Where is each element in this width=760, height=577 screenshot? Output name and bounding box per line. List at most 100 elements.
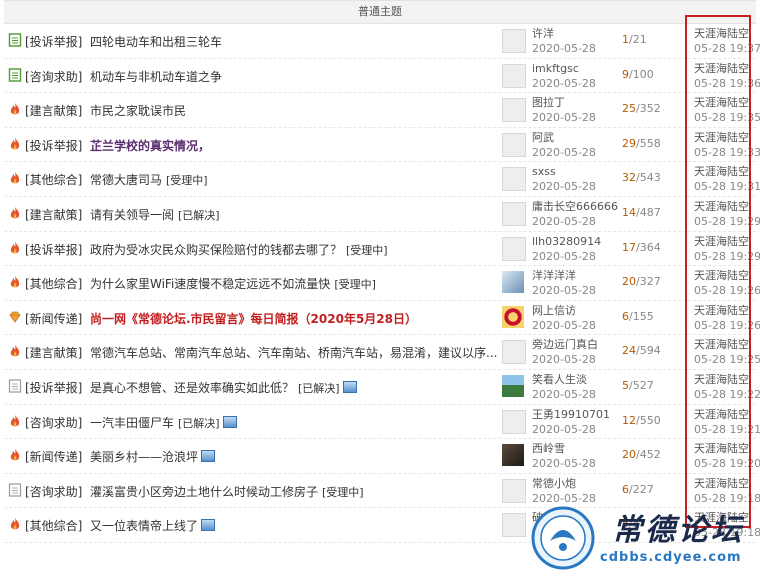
- thread-row[interactable]: [咨询求助] 灌溪富贵小区旁边土地什么时候动工修房子 [受理中] 常德小炮 2020-0…: [4, 474, 760, 509]
- thread-title-link[interactable]: 一汽丰田僵尸车: [90, 416, 174, 430]
- author-link[interactable]: 王勇19910701: [532, 408, 610, 421]
- author-avatar[interactable]: [502, 444, 524, 467]
- thread-row[interactable]: [其他综合] 为什么家里WiFi速度慢不稳定远远不如流量快 [受理中] 洋洋洋洋 202…: [4, 266, 760, 301]
- author-link[interactable]: 笑看人生淡: [532, 373, 587, 386]
- last-post-time[interactable]: 05-28 19:26: [694, 284, 760, 297]
- thread-title-link[interactable]: 为什么家里WiFi速度慢不稳定远远不如流量快: [90, 277, 330, 291]
- thread-title-link[interactable]: 机动车与非机动车道之争: [90, 70, 222, 84]
- thread-title-link[interactable]: 芷兰学校的真实情况，: [90, 139, 210, 153]
- thread-title-cell[interactable]: 是真心不想管、还是效率确实如此低？ [已解决]: [90, 379, 357, 396]
- last-post-time[interactable]: 05-28 19:29: [694, 250, 760, 263]
- thread-title-cell[interactable]: 芷兰学校的真实情况，: [90, 137, 210, 154]
- author-avatar[interactable]: [502, 236, 526, 261]
- author-avatar[interactable]: [502, 29, 526, 53]
- thread-title-cell[interactable]: 四轮电动车和出租三轮车: [90, 33, 222, 50]
- thread-row[interactable]: [建言献策] 市民之家耽误市民 图拉丁 2020-05-28 25/352 天涯海陆空 05…: [4, 93, 760, 128]
- last-poster-link[interactable]: 天涯海陆空: [694, 477, 749, 490]
- author-link[interactable]: 旁边远门真白: [532, 338, 598, 351]
- thread-title-link[interactable]: 四轮电动车和出租三轮车: [90, 35, 222, 49]
- author-avatar[interactable]: [502, 201, 526, 226]
- last-poster-link[interactable]: 天涯海陆空: [694, 165, 749, 178]
- last-poster-link[interactable]: 天涯海陆空: [694, 96, 749, 109]
- thread-row[interactable]: [其他综合] 常德大唐司马 [受理中] sxss 2020-05-28 32/543 天涯海…: [4, 162, 760, 197]
- thread-title-link[interactable]: 政府为受冰灾民众购买保险赔付的钱都去哪了？: [90, 243, 342, 257]
- thread-title-cell[interactable]: 政府为受冰灾民众购买保险赔付的钱都去哪了？ [受理中]: [90, 241, 388, 258]
- last-poster-link[interactable]: 天涯海陆空: [694, 62, 749, 75]
- last-poster-link[interactable]: 天涯海陆空: [694, 442, 749, 455]
- thread-title-link[interactable]: 市民之家耽误市民: [90, 104, 186, 118]
- category-link[interactable]: [咨询求助]: [25, 68, 82, 85]
- last-post-time[interactable]: 05-28 19:18: [694, 492, 760, 505]
- category-link[interactable]: [咨询求助]: [25, 414, 82, 431]
- thread-title-cell[interactable]: 一汽丰田僵尸车 [已解决]: [90, 414, 237, 431]
- thread-row[interactable]: [新闻传递] 尚一网《常德论坛.市民留言》每日简报（2020年5月28日） 网上信访…: [4, 301, 760, 336]
- last-poster-link[interactable]: 天涯海陆空: [694, 27, 749, 40]
- last-poster-link[interactable]: 天涯海陆空: [694, 373, 749, 386]
- category-link[interactable]: [投诉举报]: [25, 241, 82, 258]
- author-avatar[interactable]: [502, 305, 524, 328]
- author-link[interactable]: 洋洋洋洋: [532, 269, 576, 282]
- last-post-time[interactable]: 05-28 19:20: [694, 457, 760, 470]
- thread-title-cell[interactable]: 为什么家里WiFi速度慢不稳定远远不如流量快 [受理中]: [90, 275, 376, 292]
- author-link[interactable]: llh03280914: [532, 235, 601, 248]
- author-avatar[interactable]: [502, 98, 526, 123]
- thread-title-cell[interactable]: 机动车与非机动车道之争: [90, 68, 222, 85]
- last-post-time[interactable]: 05-28 19:35: [694, 111, 760, 124]
- author-link[interactable]: 图拉丁: [532, 96, 565, 109]
- thread-row[interactable]: [新闻传递] 美丽乡村——沧浪坪 西岭雪 2020-05-28 20/452 天涯海陆空 0…: [4, 439, 760, 474]
- category-link[interactable]: [投诉举报]: [25, 137, 82, 154]
- thread-row[interactable]: [投诉举报] 芷兰学校的真实情况， 阿武 2020-05-28 29/558 天涯海陆空 0…: [4, 128, 760, 163]
- thread-title-link[interactable]: 尚一网《常德论坛.市民留言》每日简报（2020年5月28日）: [90, 312, 417, 326]
- last-poster-link[interactable]: 天涯海陆空: [694, 131, 749, 144]
- author-avatar[interactable]: [502, 478, 526, 503]
- last-post-time[interactable]: 05-28 19:22: [694, 388, 760, 401]
- last-poster-link[interactable]: 天涯海陆空: [694, 235, 749, 248]
- author-link[interactable]: imkftgsc: [532, 62, 579, 75]
- last-post-time[interactable]: 05-28 19:29: [694, 215, 760, 228]
- category-link[interactable]: [投诉举报]: [25, 33, 82, 50]
- author-link[interactable]: 阿武: [532, 131, 554, 144]
- category-link[interactable]: [其他综合]: [25, 171, 82, 188]
- category-link[interactable]: [其他综合]: [25, 275, 82, 292]
- thread-row[interactable]: [投诉举报] 政府为受冰灾民众购买保险赔付的钱都去哪了？ [受理中] llh03280…: [4, 232, 760, 267]
- thread-title-cell[interactable]: 灌溪富贵小区旁边土地什么时候动工修房子 [受理中]: [90, 483, 364, 500]
- thread-title-link[interactable]: 美丽乡村——沧浪坪: [90, 450, 198, 464]
- thread-title-cell[interactable]: 又一位表情帝上线了: [90, 517, 216, 534]
- author-avatar[interactable]: [502, 374, 524, 397]
- author-avatar[interactable]: [502, 513, 526, 538]
- category-link[interactable]: [咨询求助]: [25, 483, 82, 500]
- thread-row[interactable]: [投诉举报] 是真心不想管、还是效率确实如此低？ [已解决] 笑看人生淡 2020-05…: [4, 370, 760, 405]
- last-post-time[interactable]: 05-28 19:25: [694, 353, 760, 366]
- author-link[interactable]: 西岭雪: [532, 442, 565, 455]
- thread-title-link[interactable]: 灌溪富贵小区旁边土地什么时候动工修房子: [90, 485, 318, 499]
- author-link[interactable]: 网上信访: [532, 304, 576, 317]
- thread-title-link[interactable]: 是真心不想管、还是效率确实如此低？: [90, 381, 294, 395]
- last-poster-link[interactable]: 天涯海陆空: [694, 269, 749, 282]
- category-link[interactable]: [其他综合]: [25, 517, 82, 534]
- thread-title-cell[interactable]: 尚一网《常德论坛.市民留言》每日简报（2020年5月28日）: [90, 310, 417, 327]
- category-link[interactable]: [建言献策]: [25, 344, 82, 361]
- author-avatar[interactable]: [502, 63, 526, 88]
- thread-row[interactable]: [建言献策] 请有关领导一阅 [已解决] 庸击长空666666 2020-05-28 14…: [4, 197, 760, 232]
- last-post-time[interactable]: 05-28 19:33: [694, 146, 760, 159]
- author-avatar[interactable]: [502, 409, 526, 434]
- thread-row[interactable]: [建言献策] 常德汽车总站、常南汽车总站、汽车南站、桥南汽车站，易混淆，建议以序.…: [4, 335, 760, 370]
- author-link[interactable]: sxss: [532, 165, 556, 178]
- last-post-time[interactable]: 05-28 19:31: [694, 180, 760, 193]
- last-post-time[interactable]: 05-28 19:37: [694, 42, 760, 55]
- author-avatar[interactable]: [502, 132, 526, 157]
- thread-row[interactable]: [咨询求助] 机动车与非机动车道之争 imkftgsc 2020-05-28 9/100…: [4, 59, 760, 94]
- last-poster-link[interactable]: 天涯海陆空: [694, 304, 749, 317]
- category-link[interactable]: [投诉举报]: [25, 379, 82, 396]
- last-poster-link[interactable]: 天涯海陆空: [694, 200, 749, 213]
- thread-title-link[interactable]: 常德大唐司马: [90, 173, 162, 187]
- author-link[interactable]: 庸击长空666666: [532, 200, 618, 213]
- thread-title-link[interactable]: 又一位表情帝上线了: [90, 519, 198, 533]
- thread-title-link[interactable]: 请有关领导一阅: [90, 208, 174, 222]
- last-post-time[interactable]: 05-28 19:36: [694, 77, 760, 90]
- thread-title-cell[interactable]: 美丽乡村——沧浪坪: [90, 448, 216, 465]
- category-link[interactable]: [新闻传递]: [25, 310, 82, 327]
- last-poster-link[interactable]: 天涯海陆空: [694, 408, 749, 421]
- author-avatar[interactable]: [502, 271, 524, 294]
- author-link[interactable]: 许洋: [532, 27, 554, 40]
